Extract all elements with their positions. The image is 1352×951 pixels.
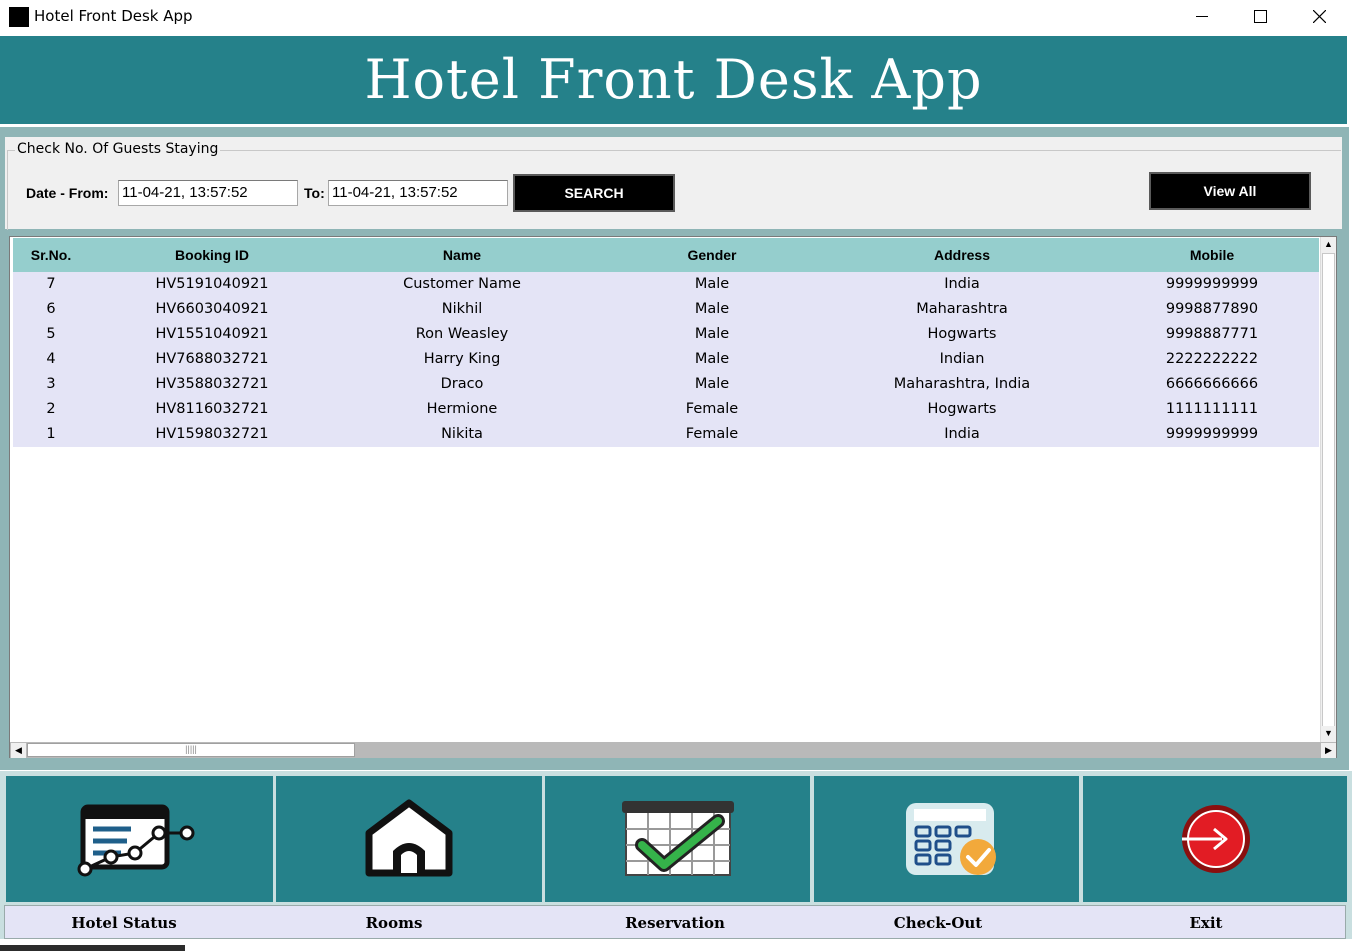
cell-sr-no: 2: [46, 401, 56, 417]
cell-gender: Female: [685, 426, 739, 442]
cell-name: Nikhil: [441, 301, 483, 317]
date-from-field[interactable]: 11-04-21, 13:57:52: [118, 180, 298, 206]
column-header-mobile[interactable]: Mobile: [1089, 238, 1335, 272]
table-row[interactable]: 3 HV3588032721 Draco Male Maharashtra, I…: [13, 372, 1319, 397]
cell-gender: Male: [694, 351, 730, 367]
scroll-down-icon[interactable]: ▼: [1321, 726, 1336, 741]
cell-gender: Male: [694, 276, 730, 292]
cell-name: Hermione: [426, 401, 498, 417]
window-title: Hotel Front Desk App: [34, 7, 193, 25]
cell-name: Customer Name: [403, 276, 521, 292]
cell-sr-no: 6: [46, 301, 56, 317]
cell-booking-id: HV5191040921: [155, 276, 269, 292]
view-all-button[interactable]: View All: [1149, 172, 1311, 210]
nav-label-reservation[interactable]: Reservation: [545, 914, 805, 932]
cell-booking-id: HV3588032721: [155, 376, 269, 392]
horizontal-scroll-thumb[interactable]: |||||: [27, 743, 355, 757]
minimize-icon[interactable]: [1173, 0, 1231, 34]
nav-label-hotel-status[interactable]: Hotel Status: [6, 914, 242, 932]
cell-gender: Male: [694, 301, 730, 317]
nav-rooms-button[interactable]: [276, 776, 542, 902]
cell-mobile: 9999999999: [1165, 276, 1259, 292]
cell-booking-id: HV1551040921: [155, 326, 269, 342]
date-to-label: To:: [304, 185, 325, 201]
cell-mobile: 2222222222: [1165, 351, 1259, 367]
cell-mobile: 9998877890: [1165, 301, 1259, 317]
cell-mobile: 1111111111: [1165, 401, 1259, 417]
scroll-right-icon[interactable]: ▶: [1321, 743, 1336, 758]
cell-address: Hogwarts: [927, 326, 997, 342]
taskbar-fragment: [0, 945, 185, 951]
search-group-label: Check No. Of Guests Staying: [15, 141, 221, 157]
app-header: Hotel Front Desk App: [0, 36, 1347, 124]
nav-exit-button[interactable]: [1083, 776, 1347, 902]
date-from-label: Date - From:: [26, 185, 109, 201]
table-row[interactable]: 6 HV6603040921 Nikhil Male Maharashtra 9…: [13, 297, 1319, 322]
cell-sr-no: 1: [46, 426, 56, 442]
home-icon: [365, 799, 453, 877]
cell-mobile: 6666666666: [1165, 376, 1259, 392]
cell-mobile: 9999999999: [1165, 426, 1259, 442]
app-icon: [9, 7, 29, 27]
table-row[interactable]: 4 HV7688032721 Harry King Male Indian 22…: [13, 347, 1319, 372]
cell-sr-no: 5: [46, 326, 56, 342]
column-header-booking-id[interactable]: Booking ID: [89, 238, 335, 272]
table-header: Sr.No. Booking ID Name Gender Address Mo…: [13, 238, 1319, 272]
scroll-left-icon[interactable]: ◀: [11, 743, 26, 758]
column-header-gender[interactable]: Gender: [589, 238, 835, 272]
cell-gender: Male: [694, 376, 730, 392]
cell-address: Maharashtra, India: [893, 376, 1031, 392]
search-button[interactable]: SEARCH: [513, 174, 675, 212]
cell-sr-no: 3: [46, 376, 56, 392]
cell-mobile: 9998887771: [1165, 326, 1259, 342]
window-bottom-edge: [0, 939, 1352, 951]
maximize-icon[interactable]: [1231, 0, 1289, 34]
table-row[interactable]: 5 HV1551040921 Ron Weasley Male Hogwarts…: [13, 322, 1319, 347]
table-row[interactable]: 1 HV1598032721 Nikita Female India 99999…: [13, 422, 1319, 447]
cell-gender: Male: [694, 326, 730, 342]
nav-label-rooms[interactable]: Rooms: [276, 914, 512, 932]
cell-address: India: [944, 426, 980, 442]
cell-booking-id: HV7688032721: [155, 351, 269, 367]
cell-address: Maharashtra: [916, 301, 1008, 317]
cell-name: Ron Weasley: [415, 326, 509, 342]
scroll-up-icon[interactable]: ▲: [1321, 237, 1336, 252]
table-row[interactable]: 2 HV8116032721 Hermione Female Hogwarts …: [13, 397, 1319, 422]
cell-address: Hogwarts: [927, 401, 997, 417]
cell-booking-id: HV8116032721: [155, 401, 269, 417]
page-title: Hotel Front Desk App: [364, 48, 983, 111]
nav-hotel-status-button[interactable]: [6, 776, 273, 902]
cell-address: Indian: [939, 351, 985, 367]
cell-booking-id: HV1598032721: [155, 426, 269, 442]
date-to-field[interactable]: 11-04-21, 13:57:52: [328, 180, 508, 206]
cell-name: Harry King: [423, 351, 501, 367]
cell-name: Nikita: [441, 426, 483, 442]
nav-check-out-button[interactable]: [814, 776, 1079, 902]
window-titlebar: Hotel Front Desk App: [0, 0, 1352, 34]
vertical-scroll-thumb[interactable]: [1322, 253, 1335, 727]
calculator-icon: [905, 803, 996, 875]
cell-address: India: [944, 276, 980, 292]
column-header-address[interactable]: Address: [835, 238, 1089, 272]
cell-name: Draco: [440, 376, 484, 392]
nav-reservation-button[interactable]: [545, 776, 810, 902]
column-header-name[interactable]: Name: [335, 238, 589, 272]
cell-sr-no: 4: [46, 351, 56, 367]
table-row[interactable]: 7 HV5191040921 Customer Name Male India …: [13, 272, 1319, 297]
column-header-sr-no[interactable]: Sr.No.: [13, 238, 89, 272]
close-icon[interactable]: [1290, 0, 1348, 34]
calendar-check-icon: [621, 801, 734, 876]
cell-sr-no: 7: [46, 276, 56, 292]
cell-booking-id: HV6603040921: [155, 301, 269, 317]
table-body: 7 HV5191040921 Customer Name Male India …: [13, 272, 1319, 447]
nav-label-check-out[interactable]: Check-Out: [814, 914, 1062, 932]
cell-gender: Female: [685, 401, 739, 417]
hotel-status-icon: [77, 804, 194, 877]
exit-icon: [1182, 805, 1250, 873]
nav-label-exit[interactable]: Exit: [1083, 914, 1329, 932]
